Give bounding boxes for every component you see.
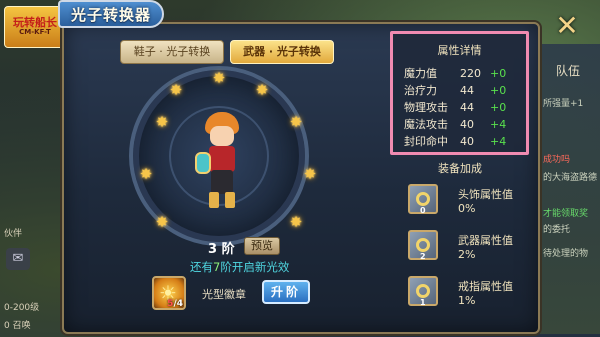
attribute-name: 封印命中 xyxy=(404,135,448,148)
attribute-bonus: +4 xyxy=(490,118,507,131)
equip-slot-headwear[interactable]: 0 头饰属性值 0% xyxy=(408,184,524,224)
star-icon: ✸ xyxy=(212,69,226,87)
right-background-strip xyxy=(540,44,600,334)
star-icon: ✸ xyxy=(289,113,303,131)
star-icon: ✸ xyxy=(155,213,169,231)
star-icon: ✸ xyxy=(303,165,317,183)
equip-name: 戒指属性值 xyxy=(458,280,513,293)
star-icon: ✸ xyxy=(155,113,169,131)
rank-label: 3 阶 xyxy=(208,242,235,257)
right-text-line: 待处理的物 xyxy=(543,249,589,259)
attribute-name: 治疗力 xyxy=(404,84,437,97)
attribute-row: 治疗力 44 +0 xyxy=(404,83,526,99)
attribute-value: 44 xyxy=(460,101,474,114)
unlock-prefix: 还有 xyxy=(190,260,213,274)
left-note-1: 伙伴 xyxy=(4,229,23,239)
left-note-3: 0 召唤 xyxy=(4,321,31,331)
equip-slot-ring[interactable]: 1 戒指属性值 1% xyxy=(408,276,524,316)
right-text-line: 才能领取奖 xyxy=(543,209,589,219)
badge-name: 光型徽章 xyxy=(202,288,246,301)
star-icon: ✸ xyxy=(255,81,269,99)
attribute-details-panel: 属性详情 魔力值 220 +0 治疗力 44 +0 物理攻击 44 +0 魔法攻… xyxy=(390,31,529,155)
sun-badge-icon[interactable]: ☀ 5/4 xyxy=(152,276,186,310)
tab-shoes-conversion[interactable]: 鞋子 · 光子转换 xyxy=(120,40,224,64)
right-text-line: 成功吗 xyxy=(543,155,571,165)
window-title-banner: 光子转换器 xyxy=(58,0,164,28)
star-icon: ✸ xyxy=(139,165,153,183)
badge-need: 4 xyxy=(176,299,183,309)
attribute-row: 封印命中 40 +4 xyxy=(404,134,526,150)
attribute-bonus: +0 xyxy=(490,67,507,80)
badge-count: 5/4 xyxy=(167,299,183,309)
attribute-bonus: +0 xyxy=(490,101,507,114)
attribute-value: 40 xyxy=(460,135,474,148)
preview-button[interactable]: 预览 xyxy=(244,237,280,255)
attribute-bonus: +0 xyxy=(490,84,507,97)
conversion-ring: ✸ ✸ ✸ ✸ ✸ ✸ ✸ ✸ ✸ xyxy=(110,66,328,246)
attribute-row: 魔法攻击 40 +4 xyxy=(404,117,526,133)
weapon-icon xyxy=(195,152,211,174)
badge-have: 5 xyxy=(167,299,174,309)
right-text-line: 的委托 xyxy=(543,225,571,235)
right-text-line: 所强量+1 xyxy=(543,99,584,109)
attribute-title: 属性详情 xyxy=(437,44,482,57)
ring-equip-icon[interactable]: 2 xyxy=(408,230,438,261)
equip-name: 武器属性值 xyxy=(458,234,513,247)
equip-value: 1% xyxy=(458,294,476,307)
team-label[interactable]: 队伍 xyxy=(556,62,580,79)
left-note-2: 0-200级 xyxy=(4,303,40,313)
attribute-row: 魔力值 220 +0 xyxy=(404,66,526,82)
ring-equip-icon[interactable]: 0 xyxy=(408,184,438,215)
game-logo: 玩转船长 CM-KF-T xyxy=(4,6,66,48)
close-icon[interactable]: ✕ xyxy=(555,9,578,42)
attribute-value: 44 xyxy=(460,84,474,97)
window-title: 光子转换器 xyxy=(70,5,151,24)
equip-level: 1 xyxy=(420,298,426,307)
equip-value: 0% xyxy=(458,202,476,215)
star-icon: ✸ xyxy=(289,213,303,231)
tab-weapon-conversion[interactable]: 武器 · 光子转换 xyxy=(230,40,334,64)
upgrade-button[interactable]: 升阶 xyxy=(262,280,310,304)
attribute-name: 魔法攻击 xyxy=(404,118,448,131)
attribute-row: 物理攻击 44 +0 xyxy=(404,100,526,116)
unlock-suffix: 阶开启新光效 xyxy=(220,260,290,274)
equip-level: 0 xyxy=(420,206,426,215)
close-button[interactable]: ✕ xyxy=(552,12,582,42)
equip-level: 2 xyxy=(420,252,426,261)
equip-name: 头饰属性值 xyxy=(458,188,513,201)
attribute-name: 魔力值 xyxy=(404,67,437,80)
chat-icon[interactable]: ✉ xyxy=(6,248,30,270)
right-text-line: 的大海盗路德 xyxy=(543,173,598,183)
logo-sub: CM-KF-T xyxy=(19,28,51,37)
unlock-hint: 还有7阶开启新光效 xyxy=(190,259,289,275)
star-icon: ✸ xyxy=(169,81,183,99)
hero-character xyxy=(195,112,245,216)
attribute-value: 220 xyxy=(460,67,481,80)
ring-equip-icon[interactable]: 1 xyxy=(408,276,438,307)
equipment-bonus-title: 装备加成 xyxy=(438,162,482,175)
attribute-name: 物理攻击 xyxy=(404,101,448,114)
attribute-bonus: +4 xyxy=(490,135,507,148)
equip-slot-weapon[interactable]: 2 武器属性值 2% xyxy=(408,230,524,270)
attribute-value: 40 xyxy=(460,118,474,131)
equip-value: 2% xyxy=(458,248,476,261)
